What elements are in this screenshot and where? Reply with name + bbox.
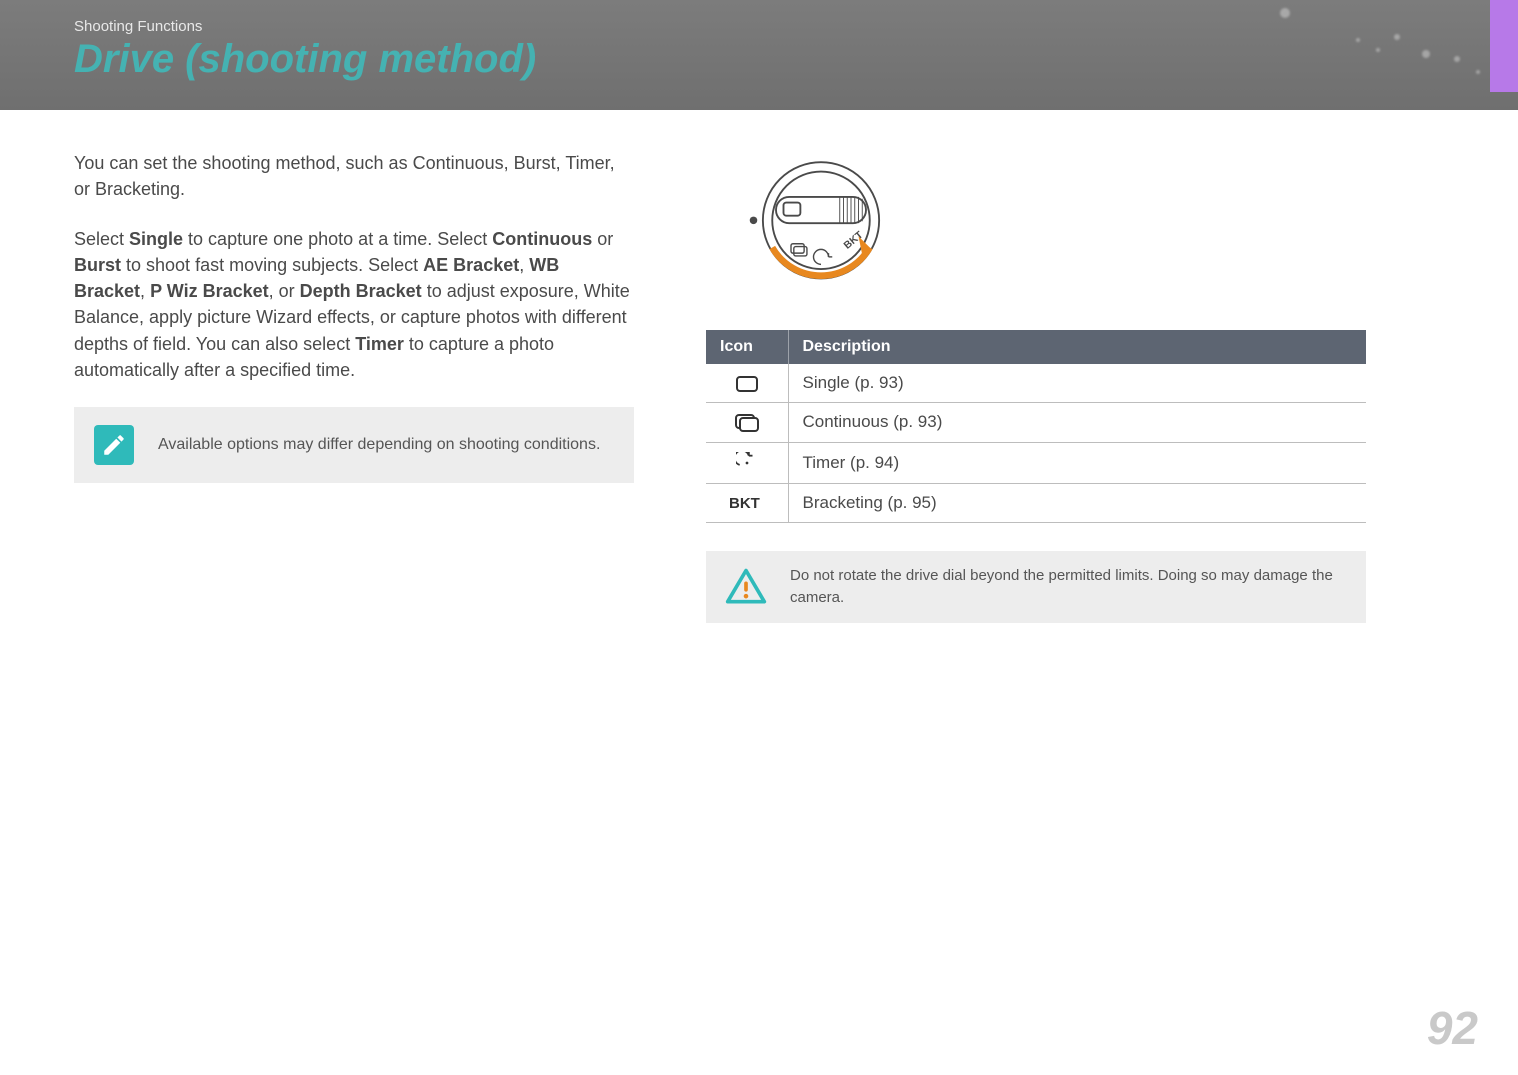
note-text: Available options may differ depending o… [158, 436, 600, 454]
table-cell-desc: Continuous (p. 93) [788, 403, 1366, 443]
pencil-icon [94, 425, 134, 465]
single-icon [706, 364, 788, 403]
text-fragment: or [592, 229, 613, 249]
side-tab [1490, 0, 1518, 92]
table-row: Single (p. 93) [706, 364, 1366, 403]
bold-pwiz-bracket: P Wiz Bracket [150, 281, 269, 301]
table-header-description: Description [788, 330, 1366, 364]
text-fragment: Select [74, 229, 129, 249]
intro-paragraph-1: You can set the shooting method, such as… [74, 150, 634, 202]
text-fragment: , [140, 281, 150, 301]
table-cell-desc: Timer (p. 94) [788, 442, 1366, 483]
bold-depth-bracket: Depth Bracket [300, 281, 422, 301]
bold-ae-bracket: AE Bracket [423, 255, 519, 275]
table-header-icon: Icon [706, 330, 788, 364]
intro-paragraph-2: Select Single to capture one photo at a … [74, 226, 634, 383]
warning-icon [724, 565, 768, 609]
page-number: 92 [1427, 1001, 1478, 1055]
table-cell-desc: Bracketing (p. 95) [788, 483, 1366, 522]
timer-icon [706, 442, 788, 483]
note-box: Available options may differ depending o… [74, 407, 634, 483]
table-row: BKT Bracketing (p. 95) [706, 483, 1366, 522]
text-fragment: to capture one photo at a time. Select [183, 229, 492, 249]
icon-description-table: Icon Description Single (p. 93) [706, 330, 1366, 523]
table-row: Timer (p. 94) [706, 442, 1366, 483]
continuous-icon [706, 403, 788, 443]
bold-single: Single [129, 229, 183, 249]
drive-dial-illustration: BKT [706, 150, 1366, 300]
text-fragment: to shoot fast moving subjects. Select [121, 255, 423, 275]
bracketing-icon: BKT [706, 483, 788, 522]
bold-burst: Burst [74, 255, 121, 275]
table-cell-desc: Single (p. 93) [788, 364, 1366, 403]
warning-box: Do not rotate the drive dial beyond the … [706, 551, 1366, 623]
text-fragment: , [519, 255, 529, 275]
breadcrumb: Shooting Functions [74, 18, 1518, 35]
text-fragment: , or [269, 281, 300, 301]
warning-text: Do not rotate the drive dial beyond the … [790, 565, 1348, 609]
bold-timer: Timer [355, 334, 404, 354]
page-title: Drive (shooting method) [74, 37, 1518, 82]
bold-continuous: Continuous [492, 229, 592, 249]
header-band: Shooting Functions Drive (shooting metho… [0, 0, 1518, 110]
svg-text:BKT: BKT [729, 495, 760, 512]
table-row: Continuous (p. 93) [706, 403, 1366, 443]
